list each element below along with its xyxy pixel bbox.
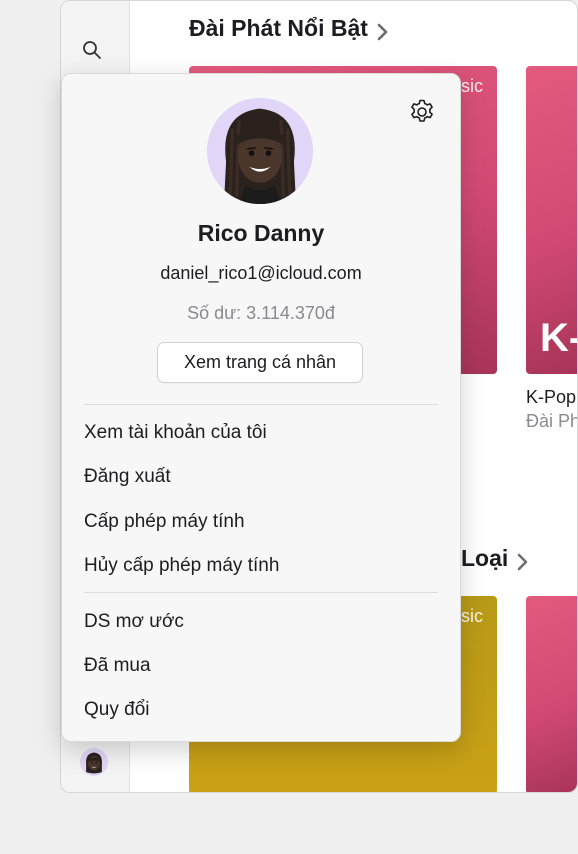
search-icon[interactable]	[81, 39, 103, 61]
menu-item-sign-out[interactable]: Đăng xuất	[84, 466, 171, 488]
menu-item-authorize-computer[interactable]: Cấp phép máy tính	[84, 511, 245, 533]
divider	[84, 404, 438, 405]
card-tag: sic	[461, 606, 483, 626]
account-balance: Số dư: 3.114.370đ	[187, 303, 335, 323]
chevron-right-icon	[516, 550, 530, 570]
memoji-avatar	[207, 98, 313, 204]
category-card-second[interactable]	[526, 596, 577, 792]
menu-item-purchased[interactable]: Đã mua	[84, 655, 151, 677]
card-big-text: K-	[540, 316, 578, 360]
card-tag: sic	[461, 76, 483, 96]
profile-name: Rico Danny	[197, 220, 325, 246]
featured-section-title[interactable]: Đài Phát Nổi Bật	[189, 15, 390, 42]
view-profile-button[interactable]: Xem trang cá nhân	[157, 342, 363, 383]
featured-card-kpop[interactable]: K-	[526, 66, 578, 374]
chevron-right-icon	[376, 20, 390, 40]
card-caption-title[interactable]: K-Pop	[526, 387, 576, 408]
divider	[84, 592, 438, 593]
menu-item-view-account[interactable]: Xem tài khoản của tôi	[84, 422, 267, 444]
gear-icon[interactable]	[408, 98, 436, 126]
menu-item-deauthorize-computer[interactable]: Hủy cấp phép máy tính	[84, 555, 279, 577]
category-section-title[interactable]: Loại	[461, 545, 530, 572]
card-caption-subtitle: Đài Ph	[526, 411, 578, 431]
account-avatar-button[interactable]	[80, 748, 108, 776]
menu-item-wishlist[interactable]: DS mơ ước	[84, 611, 184, 633]
account-popover: Rico Danny daniel_rico1@icloud.com Số dư…	[61, 73, 461, 742]
menu-item-redeem[interactable]: Quy đổi	[84, 699, 149, 721]
profile-email: daniel_rico1@icloud.com	[160, 263, 362, 283]
